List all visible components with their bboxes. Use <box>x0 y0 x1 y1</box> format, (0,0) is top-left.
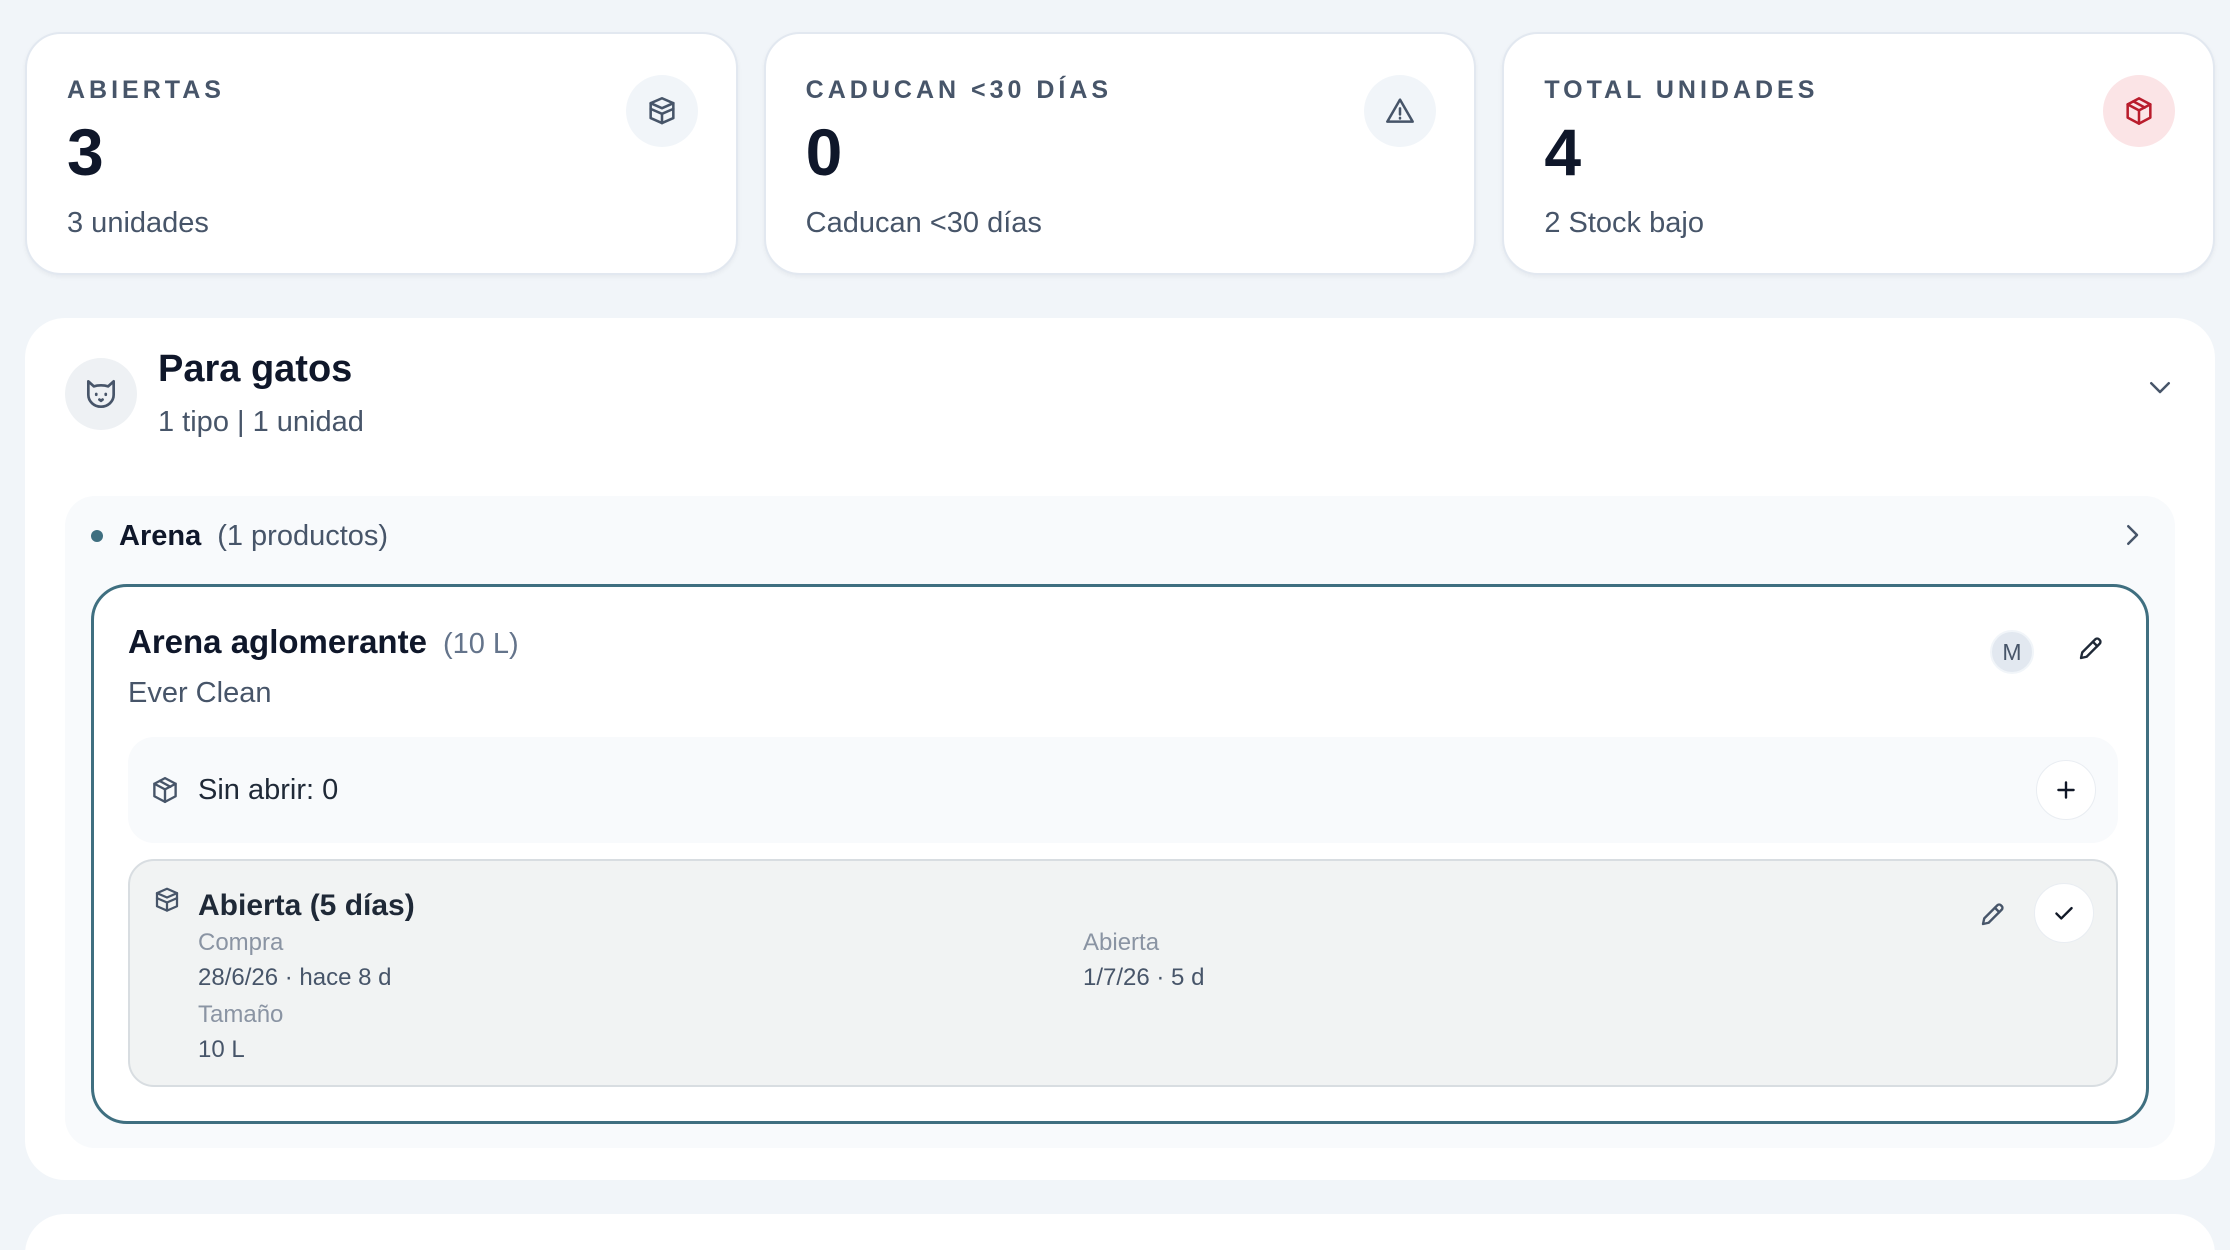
stat-label: TOTAL UNIDADES <box>1544 76 1819 104</box>
field-label: Compra <box>198 929 284 956</box>
stat-subtitle: Caducan <30 días <box>805 207 1042 239</box>
check-icon <box>2055 906 2073 920</box>
subcategory-panel: Arena (1 productos) Arena aglomerante (1… <box>65 496 2175 1148</box>
stats-row: ABIERTAS 3 3 unidades CADUCAN <30 DÍAS 0… <box>25 32 2216 275</box>
subcategory-count: (1 productos) <box>217 519 389 552</box>
finish-unit-button[interactable] <box>2034 883 2094 943</box>
product-card: Arena aglomerante (10 L) Ever Clean M Si… <box>91 584 2149 1124</box>
opened-date-field: Abierta 1/7/26 · 5 d <box>1083 929 1204 992</box>
opened-unit: Abierta (5 días) Compra 28/6/26 · hace 8… <box>128 859 2118 1087</box>
stat-label: CADUCAN <30 DÍAS <box>805 76 1113 104</box>
category-subtitle: 1 tipo | 1 unidad <box>158 406 364 438</box>
next-category-panel <box>25 1214 2215 1250</box>
bullet-dot <box>91 530 103 542</box>
stat-value: 0 <box>805 115 843 189</box>
owner-avatar: M <box>1990 630 2034 674</box>
size-field: Tamaño 10 L <box>198 1001 283 1064</box>
stat-value: 4 <box>1544 115 1582 189</box>
unopened-row: Sin abrir: 0 <box>128 737 2118 843</box>
opened-title: Abierta (5 días) <box>198 889 415 922</box>
cat-icon <box>65 358 137 430</box>
stat-card-expiring: CADUCAN <30 DÍAS 0 Caducan <30 días <box>763 32 1477 275</box>
stat-subtitle: 2 Stock bajo <box>1544 207 1704 239</box>
product-title-row: Arena aglomerante (10 L) <box>128 623 519 661</box>
field-value: 28/6/26 · hace 8 d <box>198 964 392 991</box>
subcategory-header[interactable]: Arena (1 productos) <box>91 520 388 552</box>
pencil-icon[interactable] <box>1978 899 2008 929</box>
chevron-down-icon[interactable] <box>2145 372 2175 402</box>
pencil-icon[interactable] <box>2076 633 2106 663</box>
package-icon <box>2103 75 2176 147</box>
field-label: Tamaño <box>198 1001 284 1028</box>
product-name: Arena aglomerante <box>128 623 427 660</box>
stat-label: ABIERTAS <box>67 76 225 104</box>
field-value: 1/7/26 · 5 d <box>1083 964 1205 991</box>
package-icon <box>150 775 180 805</box>
open-boxes-icon <box>152 885 182 915</box>
product-size: (10 L) <box>442 628 519 660</box>
field-label: Abierta <box>1083 929 1160 956</box>
stat-card-open: ABIERTAS 3 3 unidades <box>25 32 738 275</box>
stat-card-total: TOTAL UNIDADES 4 2 Stock bajo <box>1502 32 2216 275</box>
plus-icon <box>2057 781 2075 799</box>
subcategory-name: Arena <box>119 519 202 552</box>
chevron-right-icon[interactable] <box>2117 520 2147 550</box>
category-panel: Para gatos 1 tipo | 1 unidad Arena (1 pr… <box>25 318 2215 1180</box>
product-brand: Ever Clean <box>128 677 272 709</box>
stat-subtitle: 3 unidades <box>67 207 209 239</box>
warning-triangle-icon <box>1364 75 1437 147</box>
open-boxes-icon <box>625 75 698 147</box>
add-unit-button[interactable] <box>2036 760 2096 820</box>
purchase-field: Compra 28/6/26 · hace 8 d <box>198 929 391 992</box>
field-value: 10 L <box>198 1036 245 1063</box>
category-title: Para gatos <box>158 348 353 390</box>
stat-value: 3 <box>67 115 104 189</box>
unopened-count: Sin abrir: 0 <box>198 774 339 806</box>
